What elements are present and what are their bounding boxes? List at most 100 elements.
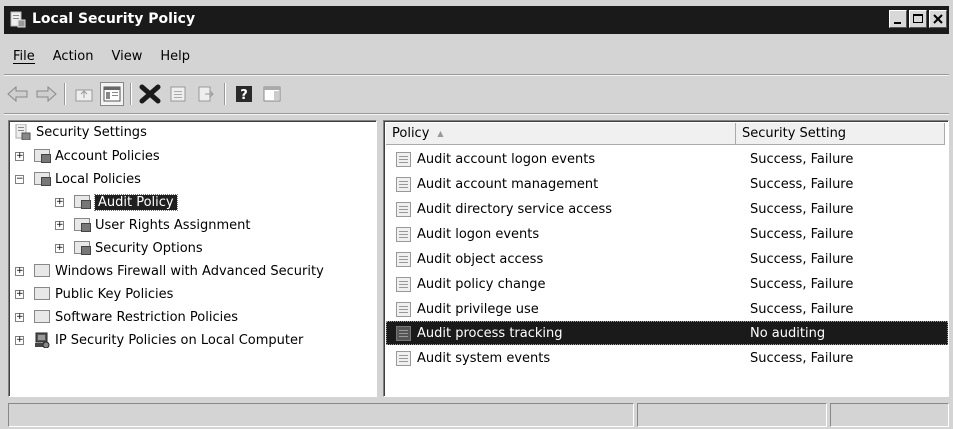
local-security-policy-window: Local Security Policy File Action View H… [0, 0, 953, 429]
status-panel-right [830, 403, 949, 427]
tree-item-label: Public Key Policies [55, 286, 174, 302]
lock-folder-icon [34, 171, 51, 187]
policy-name: Audit directory service access [417, 201, 613, 217]
lock-folder-icon [74, 240, 91, 256]
tree-item-software-restriction-policies[interactable]: + Software Restriction Policies [15, 306, 238, 328]
policy-setting: Success, Failure [750, 276, 854, 292]
title-bar[interactable]: Local Security Policy [4, 6, 949, 34]
up-one-level-button[interactable] [72, 82, 96, 106]
column-header-security-setting[interactable]: Security Setting [736, 123, 945, 145]
expand-icon[interactable]: + [15, 335, 24, 345]
close-button[interactable] [929, 10, 947, 28]
folder-icon [34, 263, 50, 279]
tree-item-ip-security-policies[interactable]: + IP Security Policies on Local Computer [15, 329, 303, 351]
back-arrow-icon [7, 86, 28, 102]
menu-help[interactable]: Help [151, 49, 199, 64]
policy-name: Audit system events [417, 350, 551, 366]
expand-icon[interactable]: + [15, 266, 24, 276]
list-row[interactable]: Audit directory service access Success, … [386, 197, 948, 221]
properties-button[interactable] [166, 82, 190, 106]
menu-action[interactable]: Action [44, 49, 103, 64]
policy-setting: Success, Failure [750, 350, 854, 366]
help-icon: ? [236, 86, 252, 103]
forward-button[interactable] [34, 82, 58, 106]
policy-icon [396, 201, 411, 217]
tree-item-label: Software Restriction Policies [55, 309, 238, 325]
up-folder-icon [75, 89, 93, 102]
menu-action-label: Action [52, 48, 94, 64]
toolbar-separator [130, 83, 132, 105]
expand-icon[interactable]: + [15, 289, 24, 299]
tree-item-account-policies[interactable]: + Account Policies [15, 145, 160, 167]
lock-folder-icon [74, 217, 91, 233]
tree-item-local-policies[interactable]: − Local Policies [15, 168, 141, 190]
menu-view-label: View [111, 48, 143, 64]
tree-item-label: Security Options [95, 240, 203, 256]
menu-separator [4, 74, 949, 76]
column-header-policy[interactable]: Policy ▲ [386, 123, 736, 145]
policy-name: Audit policy change [417, 276, 546, 292]
minimize-button[interactable] [889, 10, 907, 28]
menu-file[interactable]: File [4, 49, 44, 64]
list-row[interactable]: Audit object access Success, Failure [386, 247, 948, 271]
tree-item-security-options[interactable]: + Security Options [55, 237, 203, 259]
lock-folder-icon [74, 194, 91, 210]
svg-text:?: ? [240, 88, 248, 103]
expand-icon[interactable]: + [15, 151, 24, 161]
tree-item-user-rights-assignment[interactable]: + User Rights Assignment [55, 214, 250, 236]
menu-view[interactable]: View [102, 49, 151, 64]
tree-item-label: User Rights Assignment [95, 217, 251, 233]
maximize-button[interactable] [909, 10, 927, 28]
sort-ascending-icon: ▲ [437, 129, 444, 138]
tree-item-label: Local Policies [55, 171, 141, 187]
expand-icon[interactable]: + [55, 243, 64, 253]
window-title: Local Security Policy [32, 11, 196, 27]
expand-icon[interactable]: + [55, 220, 64, 230]
expand-icon[interactable]: + [15, 312, 24, 322]
menu-bar: File Action View Help [4, 40, 949, 72]
policy-icon [396, 301, 411, 317]
properties-icon [170, 86, 186, 102]
export-list-button[interactable] [194, 82, 218, 106]
show-hide-action-pane-icon [263, 86, 281, 102]
collapse-icon[interactable]: − [15, 174, 24, 184]
policy-setting: Success, Failure [750, 151, 854, 167]
list-row[interactable]: Audit system events Success, Failure [386, 346, 948, 370]
list-row[interactable]: Audit account management Success, Failur… [386, 172, 948, 196]
list-row-selected[interactable]: Audit process tracking No auditing [386, 321, 948, 345]
tree-item-label: IP Security Policies on Local Computer [55, 332, 304, 348]
security-policy-app-icon [10, 11, 26, 28]
policy-icon [396, 176, 411, 192]
delete-button[interactable] [138, 82, 162, 106]
column-header-label: Policy [392, 126, 430, 141]
help-button[interactable]: ? [232, 82, 256, 106]
policy-name: Audit logon events [417, 226, 540, 242]
computer-icon [35, 332, 50, 348]
policy-name: Audit object access [417, 251, 544, 267]
list-row[interactable]: Audit privilege use Success, Failure [386, 297, 948, 321]
tree-item-public-key-policies[interactable]: + Public Key Policies [15, 283, 173, 305]
toolbar: ? [6, 80, 288, 108]
policy-name: Audit account logon events [417, 151, 596, 167]
list-row[interactable]: Audit account logon events Success, Fail… [386, 147, 948, 171]
tree-item-security-settings[interactable]: Security Settings [15, 121, 147, 143]
tree-item-label: Account Policies [55, 148, 160, 164]
back-button[interactable] [6, 82, 30, 106]
policy-name: Audit privilege use [417, 301, 539, 317]
list-row[interactable]: Audit policy change Success, Failure [386, 272, 948, 296]
tree-item-windows-firewall[interactable]: + Windows Firewall with Advanced Securit… [15, 260, 324, 282]
toolbar-separator [224, 83, 226, 105]
policy-icon [396, 350, 411, 366]
list-row[interactable]: Audit logon events Success, Failure [386, 222, 948, 246]
menu-file-label: File [13, 48, 35, 64]
folder-icon [34, 286, 50, 302]
policy-list-pane[interactable]: Policy ▲ Security Setting Audit account … [383, 120, 949, 397]
expand-icon[interactable]: + [55, 197, 64, 207]
folder-icon [34, 309, 50, 325]
column-header-label: Security Setting [742, 126, 847, 141]
show-hide-action-pane-button[interactable] [260, 82, 284, 106]
console-tree-pane[interactable]: Security Settings + Account Policies − L… [8, 120, 377, 397]
policy-icon [396, 325, 411, 341]
show-hide-tree-button[interactable] [100, 82, 124, 106]
tree-item-audit-policy[interactable]: + Audit Policy [55, 191, 178, 213]
